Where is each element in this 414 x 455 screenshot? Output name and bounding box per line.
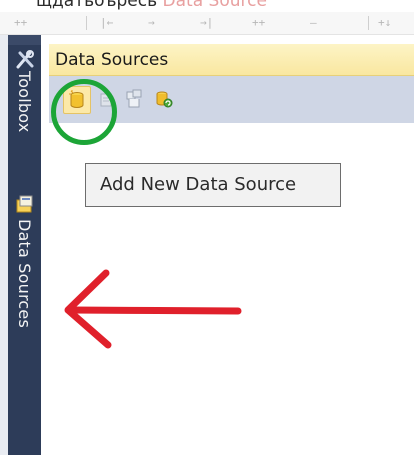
top-caption-strip: щдатьоъресь Data Source	[0, 0, 414, 12]
toolbox-tab-label: Toolbox	[15, 71, 34, 133]
side-bar-grip	[8, 35, 41, 45]
configure-dataset-icon	[126, 89, 142, 108]
toolbox-tab[interactable]: Toolbox	[8, 49, 41, 132]
tooltip-text: Add New Data Source	[100, 174, 297, 195]
size-icon[interactable]: —	[310, 16, 317, 30]
panel-title-bar: Data Sources	[49, 44, 414, 76]
refresh-data-source-button[interactable]	[151, 86, 177, 112]
configure-dataset-button[interactable]	[121, 86, 147, 112]
toolbar-glyph: ++	[14, 16, 28, 29]
top-caption-text: щдатьоъресь	[36, 0, 158, 11]
database-add-icon	[69, 90, 84, 108]
data-sources-panel: Data Sources	[49, 44, 414, 455]
align-center-icon[interactable]: →	[148, 16, 155, 30]
spacing-icon[interactable]: ++	[252, 16, 265, 30]
dataset-designer-icon	[100, 93, 112, 107]
top-caption-highlight: Data Source	[162, 0, 267, 11]
data-sources-tab[interactable]: Data Sources	[8, 193, 41, 328]
add-new-data-source-button[interactable]	[63, 86, 91, 114]
order-icon[interactable]: +↓	[378, 16, 391, 30]
layout-toolbar: ++ |← → →| ++ — +↓	[0, 12, 414, 35]
panel-toolbar	[49, 76, 414, 123]
data-sources-tab-icon	[14, 193, 36, 215]
panel-title: Data Sources	[55, 50, 169, 70]
red-arrow-annotation	[64, 269, 242, 349]
data-sources-tab-label: Data Sources	[15, 219, 34, 328]
side-tool-bar: Toolbox Data Sources	[8, 35, 41, 455]
toolbox-icon	[14, 49, 36, 71]
align-right-icon[interactable]: →|	[200, 16, 213, 30]
edit-dataset-button[interactable]	[93, 86, 119, 112]
toolbar-separator	[86, 16, 87, 30]
refresh-data-source-icon	[156, 91, 173, 108]
toolbar-separator	[368, 16, 369, 30]
top-caption: щдатьоъресь Data Source	[36, 0, 267, 11]
align-left-icon[interactable]: |←	[100, 16, 113, 30]
add-new-data-source-tooltip: Add New Data Source	[85, 163, 341, 207]
